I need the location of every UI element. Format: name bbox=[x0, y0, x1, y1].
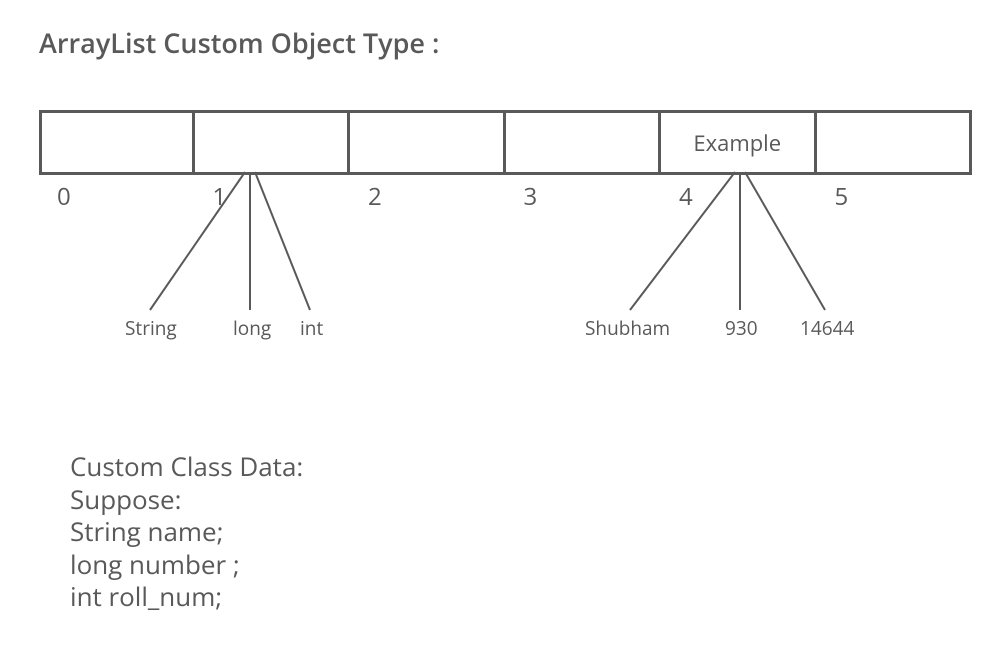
array-row: Example bbox=[39, 110, 972, 175]
index-2: 2 bbox=[350, 180, 506, 213]
fan1-label-0: String bbox=[125, 315, 177, 341]
array-cell-4: Example bbox=[661, 110, 817, 175]
array-cell-1 bbox=[195, 110, 351, 175]
class-data-line5: int roll_num; bbox=[70, 580, 303, 613]
class-data-line3: String name; bbox=[70, 515, 303, 548]
index-4: 4 bbox=[661, 180, 817, 213]
index-0: 0 bbox=[39, 180, 195, 213]
index-row: 0 1 2 3 4 5 bbox=[39, 180, 972, 213]
index-5: 5 bbox=[817, 180, 973, 213]
class-data-line2: Suppose: bbox=[70, 483, 303, 516]
fan2-label-1: 930 bbox=[725, 315, 758, 341]
fan2-label-2: 14644 bbox=[800, 315, 854, 341]
diagram-title: ArrayList Custom Object Type : bbox=[39, 24, 439, 61]
fan1-label-1: long bbox=[233, 315, 271, 341]
class-data-line1: Custom Class Data: bbox=[70, 450, 303, 483]
class-data-line4: long number ; bbox=[70, 548, 303, 581]
class-data-text: Custom Class Data: Suppose: String name;… bbox=[70, 450, 303, 613]
fan2-label-0: Shubham bbox=[585, 315, 670, 341]
array-cell-5 bbox=[817, 110, 973, 175]
index-3: 3 bbox=[506, 180, 662, 213]
fan1-label-2: int bbox=[300, 315, 323, 341]
index-1: 1 bbox=[195, 180, 351, 213]
array-cell-3 bbox=[506, 110, 662, 175]
array-cell-2 bbox=[350, 110, 506, 175]
array-cell-0 bbox=[39, 110, 195, 175]
